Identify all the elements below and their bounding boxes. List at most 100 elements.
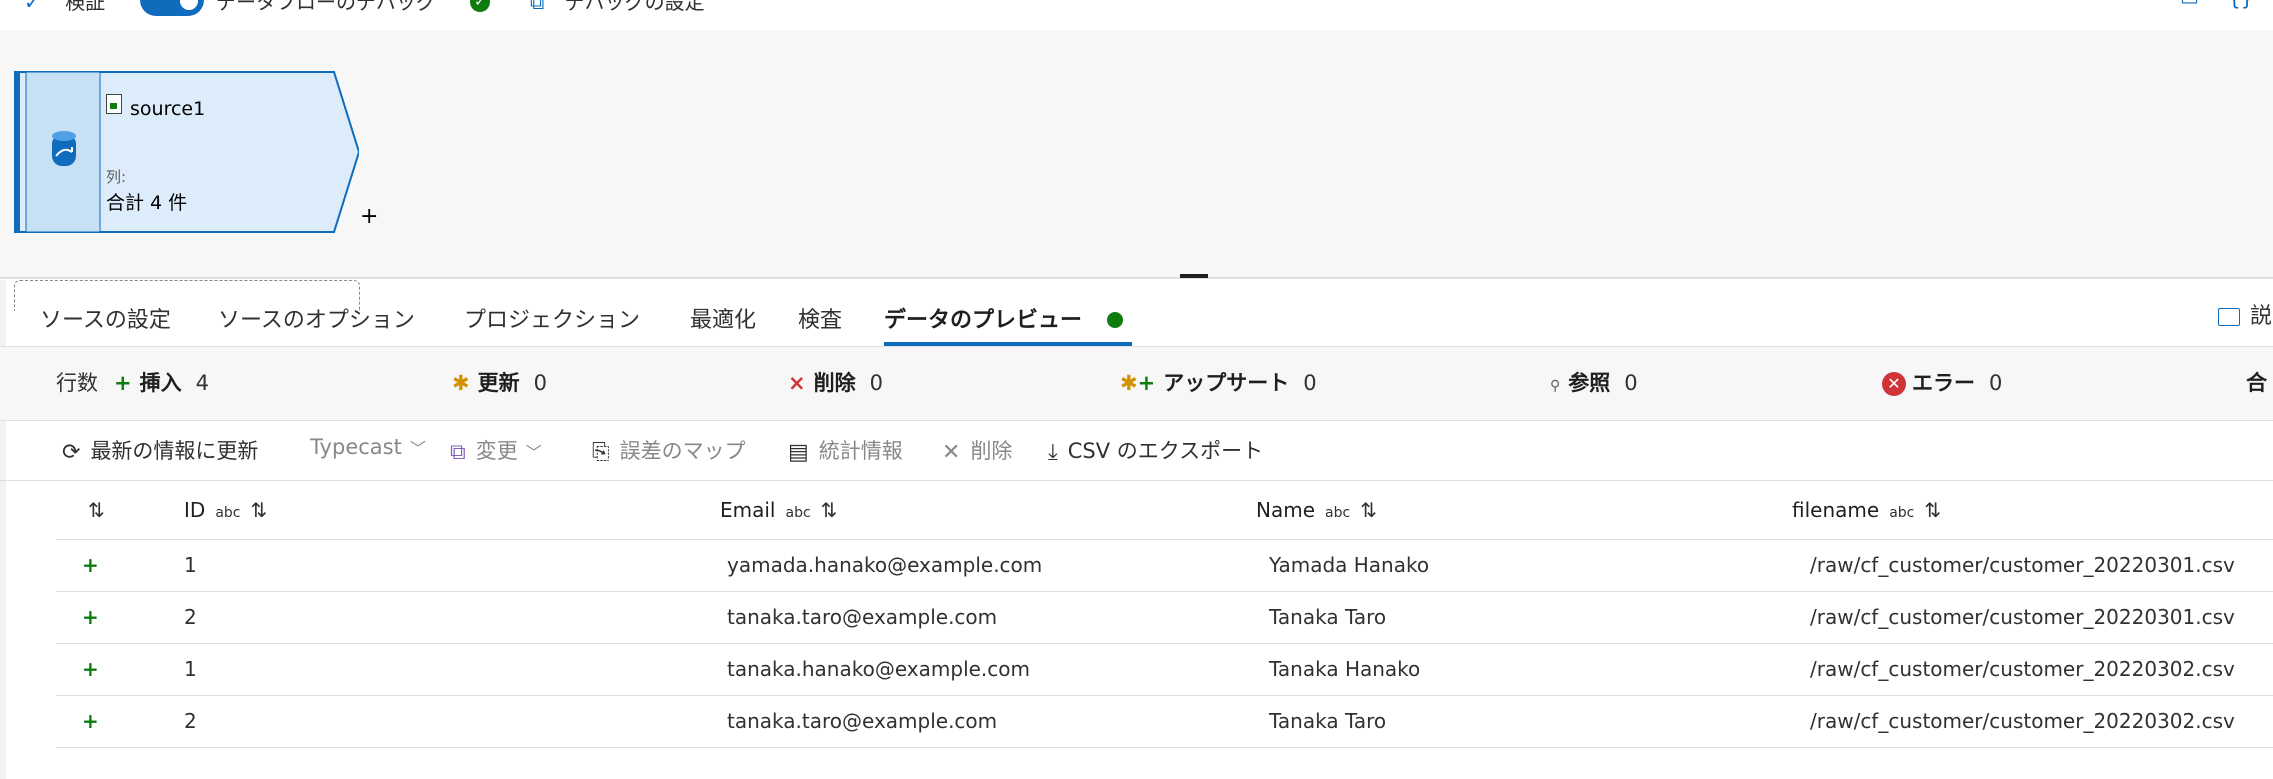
sort-icon[interactable]: ⇅: [1924, 498, 1941, 522]
type-badge: abc: [215, 505, 241, 521]
cell-id: 1: [184, 657, 197, 681]
column-header-id[interactable]: ID abc ⇅: [184, 498, 267, 522]
stat-update: ✱ 更新 0: [452, 367, 547, 397]
refresh-icon: ⟳: [62, 439, 81, 465]
typecast-dropdown[interactable]: Typecast ﹀: [310, 435, 426, 459]
modify-label: 変更: [475, 439, 518, 463]
tab-projection[interactable]: プロジェクション: [464, 302, 640, 334]
save-icon[interactable]: ▭: [2180, 0, 2199, 10]
settings-tabs: ソースの設定 ソースのオプション プロジェクション 最適化 検査 データのプレビ…: [0, 280, 2273, 347]
tab-source-options[interactable]: ソースのオプション: [218, 302, 415, 334]
cell-name: Tanaka Hanako: [1269, 657, 1421, 681]
cell-id: 2: [184, 605, 197, 629]
csv-file-icon: [106, 94, 122, 114]
close-icon: ✕: [942, 439, 961, 465]
stat-error-label: エラー: [1912, 371, 1975, 395]
check-icon: ✓: [24, 0, 41, 14]
top-toolbar: ✓ 検証 データフローのデバッグ ✓ ⧉ デバッグの設定 ▭ {}: [0, 0, 2273, 31]
settings-icon: ⧉: [530, 0, 545, 14]
cell-filename: /raw/cf_customer/customer_20220302.csv: [1810, 657, 2235, 681]
splitter-grip[interactable]: [1180, 274, 1208, 278]
description-button[interactable]: 説: [2218, 298, 2272, 330]
insert-row-icon: +: [82, 657, 99, 681]
cell-email: tanaka.taro@example.com: [727, 709, 998, 733]
column-header-email[interactable]: Email abc ⇅: [720, 498, 837, 522]
stat-error: ✕ エラー 0: [1882, 367, 2002, 397]
add-transform-button[interactable]: +: [360, 204, 378, 229]
preview-toolbar: ⟳ 最新の情報に更新 Typecast ﹀ ⧉ 変更 ﹀ ⎘ 誤差のマップ ▤ 統計情報 ✕…: [0, 421, 2273, 481]
stat-error-value: 0: [1989, 371, 2003, 395]
remove-label: 削除: [970, 439, 1013, 463]
debug-toggle[interactable]: [140, 0, 204, 16]
stat-total-label: 合: [2246, 371, 2267, 395]
download-icon: ⤓: [1048, 439, 1058, 465]
sort-icon[interactable]: ⇅: [1360, 498, 1377, 522]
tab-inspect[interactable]: 検査: [798, 302, 842, 334]
table-row[interactable]: + 2 tanaka.taro@example.com Tanaka Taro …: [56, 696, 2273, 748]
description-label: 説: [2250, 304, 2273, 329]
modify-dropdown[interactable]: ⧉ 変更 ﹀: [450, 435, 542, 465]
source-node[interactable]: source1 列: 合計 4 件 +: [14, 70, 378, 234]
columns-count: 合計 4 件: [106, 192, 188, 214]
stat-insert: + 挿入 4: [114, 367, 209, 397]
stat-update-label: 更新: [477, 371, 520, 395]
tab-data-preview[interactable]: データのプレビュー: [884, 302, 1082, 334]
stat-insert-label: 挿入: [139, 371, 182, 395]
cell-filename: /raw/cf_customer/customer_20220301.csv: [1810, 553, 2235, 577]
debug-label: データフローのデバッグ: [216, 0, 436, 14]
delete-icon: ×: [788, 371, 806, 395]
insert-row-icon: +: [82, 605, 99, 629]
column-header-filename[interactable]: filename abc ⇅: [1792, 498, 1941, 522]
insert-row-icon: +: [82, 709, 99, 733]
sort-icon[interactable]: ⇅: [821, 498, 838, 522]
lookup-icon: ⚲: [1550, 378, 1561, 394]
cell-filename: /raw/cf_customer/customer_20220302.csv: [1810, 709, 2235, 733]
stat-upsert-label: アップサート: [1163, 371, 1290, 395]
map-drifted-label: 誤差のマップ: [619, 439, 746, 463]
code-icon[interactable]: {}: [2228, 0, 2253, 10]
cell-name: Yamada Hanako: [1269, 553, 1430, 577]
statistics-label: 統計情報: [818, 439, 903, 463]
row-sort-button[interactable]: ⇅: [88, 498, 105, 522]
preview-status-dot: [1107, 312, 1123, 328]
upsert-icon: ✱+: [1120, 371, 1156, 395]
modify-icon: ⧉: [450, 439, 466, 465]
validate-button[interactable]: ✓ 検証: [24, 0, 105, 15]
type-badge: abc: [785, 505, 811, 521]
dataflow-canvas[interactable]: source1 列: 合計 4 件 +: [0, 30, 2273, 311]
stat-upsert: ✱+ アップサート 0: [1120, 367, 1317, 397]
export-csv-label: CSV のエクスポート: [1067, 439, 1264, 463]
error-icon: ✕: [1882, 372, 1906, 396]
export-csv-button[interactable]: ⤓ CSV のエクスポート: [1048, 435, 1263, 465]
table-row[interactable]: + 1 yamada.hanako@example.com Yamada Han…: [56, 540, 2273, 592]
tab-source-settings[interactable]: ソースの設定: [40, 302, 171, 334]
stat-total: 合: [2246, 367, 2273, 397]
chevron-down-icon: ﹀: [525, 443, 542, 462]
sort-icon: ⇅: [88, 498, 105, 522]
insert-row-icon: +: [82, 553, 99, 577]
refresh-button[interactable]: ⟳ 最新の情報に更新: [62, 435, 258, 465]
validate-label: 検証: [65, 0, 106, 14]
pane-splitter[interactable]: [0, 277, 2273, 279]
type-badge: abc: [1889, 505, 1915, 521]
table-row[interactable]: + 1 tanaka.hanako@example.com Tanaka Han…: [56, 644, 2273, 696]
column-header-name-label: Name: [1256, 498, 1316, 522]
debug-settings-button[interactable]: ⧉ デバッグの設定: [530, 0, 705, 15]
cell-filename: /raw/cf_customer/customer_20220301.csv: [1810, 605, 2235, 629]
source-node-title[interactable]: source1: [130, 98, 205, 120]
insert-icon: +: [114, 371, 132, 395]
table-row[interactable]: + 2 tanaka.taro@example.com Tanaka Taro …: [56, 592, 2273, 644]
refresh-label: 最新の情報に更新: [90, 439, 259, 463]
rowcount-label: 行数: [56, 371, 98, 395]
cell-name: Tanaka Taro: [1269, 709, 1387, 733]
stat-delete-label: 削除: [813, 371, 856, 395]
remove-button[interactable]: ✕ 削除: [942, 435, 1012, 465]
columns-label: 列:: [106, 168, 127, 186]
statistics-button[interactable]: ▤ 統計情報: [788, 435, 903, 465]
sort-icon[interactable]: ⇅: [250, 498, 267, 522]
map-drifted-button[interactable]: ⎘ 誤差のマップ: [592, 435, 746, 465]
tab-optimize[interactable]: 最適化: [690, 302, 756, 334]
stat-insert-value: 4: [195, 371, 209, 395]
stat-upsert-value: 0: [1303, 371, 1317, 395]
column-header-name[interactable]: Name abc ⇅: [1256, 498, 1377, 522]
